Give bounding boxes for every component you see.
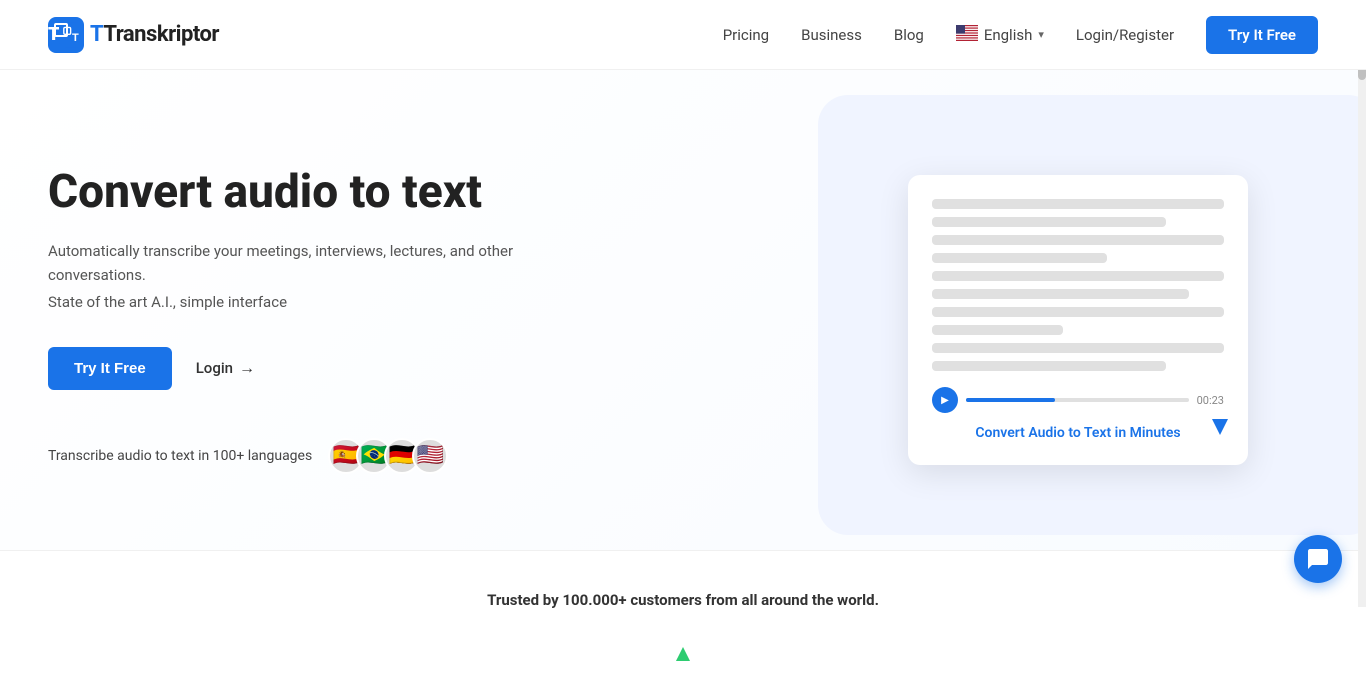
hero-left: Convert audio to text Automatically tran… bbox=[48, 166, 568, 474]
text-line-10 bbox=[932, 361, 1166, 371]
progress-bar bbox=[966, 398, 1189, 402]
nav-pricing[interactable]: Pricing bbox=[723, 26, 769, 44]
text-line-8 bbox=[932, 325, 1063, 335]
nav-blog[interactable]: Blog bbox=[894, 26, 924, 44]
trusted-section: Trusted by 100.000+ customers from all a… bbox=[0, 550, 1366, 629]
logo-icon: T bbox=[48, 17, 84, 53]
text-line-7 bbox=[932, 307, 1224, 317]
logo-text: TTranskriptor bbox=[90, 22, 219, 47]
illustration-card: ▶ 00:23 Convert Audio to Text in Minutes bbox=[908, 175, 1248, 465]
login-label: Login bbox=[196, 359, 233, 377]
nav-links: Pricing Business Blog English ▾ Login/Re… bbox=[723, 16, 1318, 54]
navbar: T TTranskriptor Pricing Business Blog bbox=[0, 0, 1366, 70]
hero-actions: Try It Free Login → bbox=[48, 347, 568, 390]
languages-row: Transcribe audio to text in 100+ languag… bbox=[48, 438, 568, 474]
chat-bubble-button[interactable] bbox=[1294, 535, 1342, 583]
languages-text: Transcribe audio to text in 100+ languag… bbox=[48, 448, 312, 464]
text-lines bbox=[932, 199, 1224, 371]
time-display: 00:23 bbox=[1197, 394, 1224, 407]
flag-usa: 🇺🇸 bbox=[412, 438, 448, 474]
text-line-2 bbox=[932, 217, 1166, 227]
logo[interactable]: T TTranskriptor bbox=[48, 17, 219, 53]
illustration-label: Convert Audio to Text in Minutes bbox=[932, 425, 1224, 441]
arrow-right-icon: → bbox=[239, 358, 255, 378]
language-label: English bbox=[984, 26, 1033, 44]
text-line-6 bbox=[932, 289, 1189, 299]
text-line-4 bbox=[932, 253, 1107, 263]
text-line-1 bbox=[932, 199, 1224, 209]
text-line-9 bbox=[932, 343, 1224, 353]
nav-try-free-button[interactable]: Try It Free bbox=[1206, 16, 1318, 54]
hero-right: ▶ 00:23 Convert Audio to Text in Minutes bbox=[838, 175, 1318, 465]
scrollbar[interactable] bbox=[1358, 0, 1366, 607]
cursor-arrow-icon bbox=[1212, 419, 1228, 435]
hero-title: Convert audio to text bbox=[48, 166, 568, 219]
trusted-text: Trusted by 100.000+ customers from all a… bbox=[48, 591, 1318, 609]
hero-subtitle-2: State of the art A.I., simple interface bbox=[48, 293, 568, 311]
hero-section: Convert audio to text Automatically tran… bbox=[0, 70, 1366, 550]
play-button[interactable]: ▶ bbox=[932, 387, 958, 413]
tree-decoration: ▲ bbox=[0, 629, 1366, 678]
hero-try-free-button[interactable]: Try It Free bbox=[48, 347, 172, 390]
nav-language-selector[interactable]: English ▾ bbox=[956, 25, 1044, 45]
text-line-3 bbox=[932, 235, 1224, 245]
nav-login-register[interactable]: Login/Register bbox=[1076, 26, 1174, 44]
audio-controls: ▶ 00:23 bbox=[932, 387, 1224, 413]
hero-login-button[interactable]: Login → bbox=[196, 358, 255, 378]
progress-fill bbox=[966, 398, 1055, 402]
flags-container: 🇪🇸 🇧🇷 🇩🇪 🇺🇸 bbox=[328, 438, 448, 474]
nav-business[interactable]: Business bbox=[801, 26, 862, 44]
chevron-down-icon: ▾ bbox=[1038, 28, 1044, 41]
text-line-5 bbox=[932, 271, 1224, 281]
svg-text:T: T bbox=[72, 32, 79, 44]
us-flag-icon bbox=[956, 25, 978, 45]
hero-subtitle-1: Automatically transcribe your meetings, … bbox=[48, 239, 568, 287]
